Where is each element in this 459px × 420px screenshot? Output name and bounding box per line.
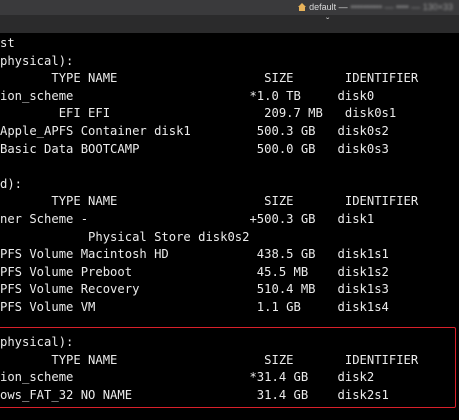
terminal-line: PFS Volume Recovery 510.4 MB disk1s3 [0, 282, 389, 297]
window-title-prefix: default — [309, 2, 348, 12]
terminal-line: physical): [0, 53, 74, 68]
terminal-line: TYPE NAME SIZE IDENTIFIER [0, 71, 419, 86]
window-title: default — •••••••••• — •••• — 130×33 [298, 2, 453, 12]
terminal-line: EFI EFI 209.7 MB disk0s1 [0, 106, 397, 121]
terminal-output[interactable]: st physical): TYPE NAME SIZE IDENTIFIER … [0, 33, 459, 420]
window-title-blurred: •••••••••• — •••• — 130×33 [350, 2, 453, 12]
terminal-line: ner Scheme - +500.3 GB disk1 [0, 212, 375, 226]
terminal-line: st [0, 36, 15, 50]
terminal-line: PFS Volume Preboot 45.5 MB disk1s2 [0, 264, 389, 279]
terminal-line: Apple_APFS Container disk1 500.3 GB disk… [0, 124, 389, 138]
house-icon [298, 3, 307, 11]
terminal-line: Basic Data BOOTCAMP 500.0 GB disk0s3 [0, 141, 389, 156]
terminal-line: TYPE NAME SIZE IDENTIFIER [0, 194, 419, 209]
terminal-line: Physical Store disk0s2 [0, 229, 250, 244]
tab-bar: ˇ [0, 15, 459, 34]
terminal-line: ion_scheme *1.0 TB disk0 [0, 88, 375, 103]
tab-chevron-icon[interactable]: ˇ [326, 17, 329, 28]
window-titlebar: default — •••••••••• — •••• — 130×33 [0, 0, 459, 15]
terminal-line: PFS Volume Macintosh HD 438.5 GB disk1s1 [0, 247, 389, 262]
terminal-line: PFS Volume VM 1.1 GB disk1s4 [0, 300, 389, 314]
highlight-box [0, 327, 456, 408]
terminal-line: d): [0, 176, 23, 191]
